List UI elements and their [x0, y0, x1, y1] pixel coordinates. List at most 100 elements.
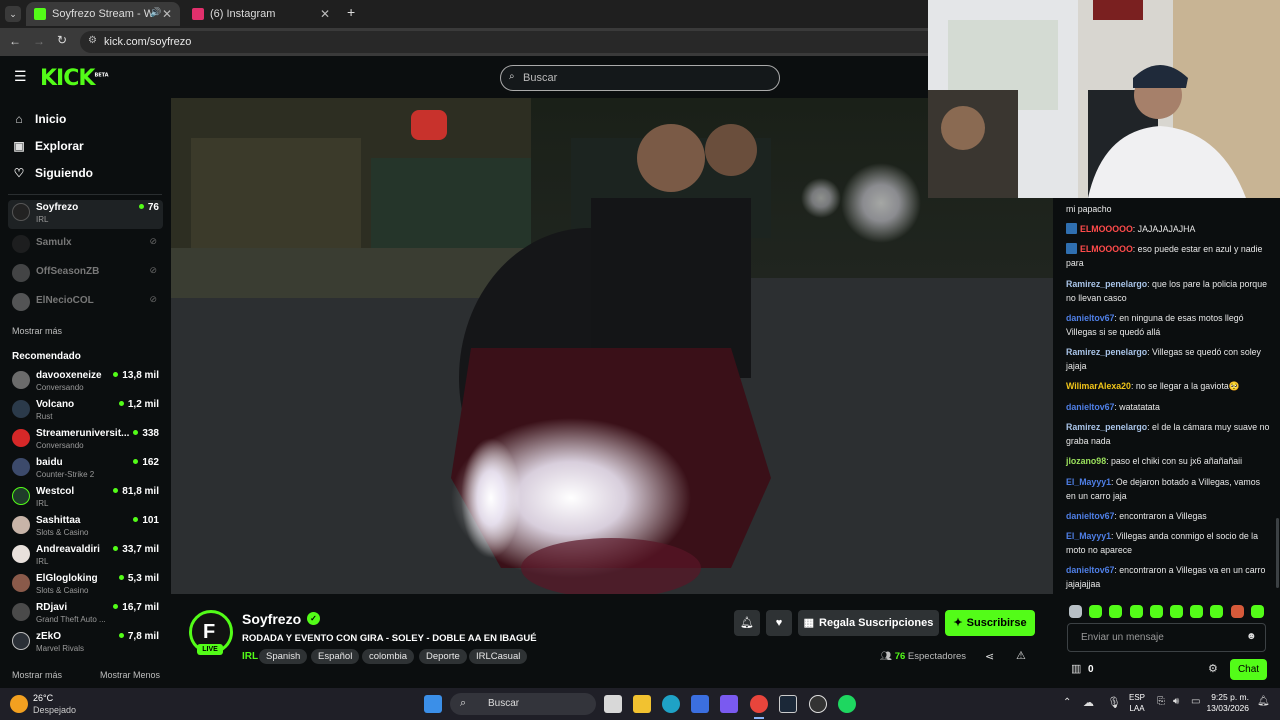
edge-icon[interactable]	[662, 695, 680, 713]
tab-instagram[interactable]: (6) Instagram ✕	[184, 2, 338, 26]
following-channel-soyfrezo[interactable]: Soyfrezo IRL 76	[8, 200, 163, 229]
steam-icon[interactable]	[779, 695, 797, 713]
copilot-icon[interactable]	[720, 695, 738, 713]
follow-button[interactable]: ♥	[766, 610, 792, 636]
spotify-icon[interactable]	[838, 695, 856, 713]
chat-username[interactable]: jlozano98	[1066, 456, 1106, 466]
chat-username[interactable]: Ramirez_penelargo	[1066, 279, 1147, 289]
emote-icon[interactable]	[1150, 605, 1163, 618]
chat-send-button[interactable]: Chat	[1230, 659, 1267, 680]
recommended-channel[interactable]: Westcol IRL 81,8 mil	[8, 484, 163, 513]
following-channel-samulx[interactable]: Samulx ⊘	[8, 229, 163, 258]
chat-username[interactable]: danieltov67	[1066, 565, 1114, 575]
emote-icon[interactable]	[1210, 605, 1223, 618]
forward-arrow-icon[interactable]: →	[33, 34, 45, 48]
emote-icon[interactable]	[1109, 605, 1122, 618]
notification-icon[interactable]: 🔔︎	[1257, 696, 1270, 707]
recommended-channel[interactable]: RDjavi Grand Theft Auto ... 16,7 mil	[8, 600, 163, 629]
recommended-channel[interactable]: Sashittaa Slots & Casino 101	[8, 513, 163, 542]
weather-icon[interactable]	[10, 695, 28, 713]
tag-irlcasual[interactable]: IRLCasual	[469, 649, 528, 664]
nav-siguiendo[interactable]: ♡ Siguiendo	[12, 166, 93, 180]
nav-explorar[interactable]: ▣ Explorar	[12, 139, 83, 153]
subscribe-label: Suscribirse	[966, 617, 1027, 629]
following-channel-offseasonzb[interactable]: OffSeasonZB ⊘	[8, 258, 163, 287]
points-icon[interactable]: ▥	[1071, 662, 1081, 675]
chat-username[interactable]: Ramirez_penelargo	[1066, 347, 1147, 357]
kick-logo[interactable]: KICKBETA	[40, 66, 109, 91]
recommended-channel[interactable]: Andreavaldiri IRL 33,7 mil	[8, 542, 163, 571]
emote-icon[interactable]	[1170, 605, 1183, 618]
emote-icon[interactable]	[1089, 605, 1102, 618]
tag-spanish[interactable]: Spanish	[259, 649, 308, 664]
gift-subscriptions-button[interactable]: ▦ Regala Suscripciones	[798, 610, 939, 636]
chat-username[interactable]: ELMOOOOO	[1080, 224, 1133, 234]
chat-username[interactable]: Ramirez_penelargo	[1066, 422, 1147, 432]
tag-colombia[interactable]: colombia	[362, 649, 415, 664]
store-icon[interactable]	[691, 695, 709, 713]
show-less-recommended[interactable]: Mostrar Menos	[100, 670, 160, 680]
close-tab-icon[interactable]: ✕	[320, 7, 330, 21]
search-input[interactable]: ⌕ Buscar	[500, 65, 780, 91]
clock[interactable]: 9:25 p. m. 13/03/2026	[1205, 692, 1249, 714]
share-icon[interactable]: ⋖	[985, 650, 994, 663]
stream-category[interactable]: IRL	[242, 651, 258, 662]
emoji-icon[interactable]: ☻	[1246, 631, 1257, 642]
show-more-recommended[interactable]: Mostrar más	[12, 670, 62, 680]
windows-start-icon[interactable]	[424, 695, 442, 713]
chat-username[interactable]: danieltov67	[1066, 313, 1114, 323]
obs-icon[interactable]	[809, 695, 827, 713]
microphone-icon[interactable]: 🎙︎	[1107, 696, 1121, 709]
tag-deporte[interactable]: Deporte	[419, 649, 467, 664]
chat-username[interactable]: El_Mayyy1	[1066, 531, 1111, 541]
battery-icon[interactable]: ▭	[1191, 696, 1200, 707]
tab-list-button[interactable]: ⌄	[5, 6, 21, 22]
video-player[interactable]	[171, 98, 1053, 594]
tray-chevron-icon[interactable]: ⌃	[1063, 697, 1071, 708]
back-arrow-icon[interactable]: ←	[9, 34, 21, 48]
emote-icon[interactable]	[1251, 605, 1264, 618]
chat-scrollbar[interactable]	[1276, 518, 1279, 588]
taskbar-search[interactable]: ⌕ Buscar	[450, 693, 596, 715]
recommended-channel[interactable]: davooxeneize Conversando 13,8 mil	[8, 368, 163, 397]
chat-username[interactable]: El_Mayyy1	[1066, 477, 1111, 487]
nav-inicio[interactable]: ⌂ Inicio	[12, 112, 66, 126]
menu-icon[interactable]: ☰	[14, 68, 27, 85]
chat-username[interactable]: danieltov67	[1066, 402, 1114, 412]
volume-icon[interactable]: 🔊︎	[1173, 696, 1179, 707]
show-more-following[interactable]: Mostrar más	[12, 326, 62, 336]
recommended-channel[interactable]: baidu Counter-Strike 2 162	[8, 455, 163, 484]
emote-icon[interactable]	[1231, 605, 1244, 618]
speaker-icon[interactable]: 🔊	[150, 7, 161, 18]
subscribe-button[interactable]: ✦ Suscribirse	[945, 610, 1035, 636]
file-explorer-icon[interactable]	[633, 695, 651, 713]
language-indicator[interactable]: ESP LAA	[1127, 692, 1147, 714]
channel-name: ElNecioCOL	[36, 295, 94, 306]
recommended-channel[interactable]: zEkO Marvel Rivals 7,8 mil	[8, 629, 163, 658]
chat-username[interactable]: WilimarAlexa20	[1066, 381, 1131, 391]
emote-icon[interactable]	[1130, 605, 1143, 618]
new-tab-button[interactable]: +	[347, 4, 355, 20]
chrome-icon[interactable]	[750, 695, 768, 713]
emote-icon[interactable]	[1069, 605, 1082, 618]
recommended-channel[interactable]: ElGlogloking Slots & Casino 5,3 mil	[8, 571, 163, 600]
recommended-channel[interactable]: Volcano Rust 1,2 mil	[8, 397, 163, 426]
close-tab-icon[interactable]: ✕	[162, 7, 172, 21]
chat-message-input[interactable]: Enviar un mensaje ☻	[1067, 623, 1266, 652]
chat-username[interactable]: danieltov67	[1066, 511, 1114, 521]
notification-bell-button[interactable]: 🔔︎	[734, 610, 760, 636]
site-info-icon[interactable]: ⚙	[88, 35, 97, 46]
emote-icon[interactable]	[1190, 605, 1203, 618]
tag-espanol[interactable]: Español	[311, 649, 360, 664]
onedrive-icon[interactable]: ☁	[1083, 696, 1094, 709]
chat-settings-icon[interactable]: ⚙	[1208, 662, 1218, 675]
recommended-channel[interactable]: Streameruniversit... Conversando 338	[8, 426, 163, 455]
following-channel-elneciocol[interactable]: ElNecioCOL ⊘	[8, 287, 163, 316]
ethernet-icon[interactable]: ⎘	[1157, 696, 1165, 707]
report-icon[interactable]: ⚠	[1016, 649, 1026, 662]
task-view-icon[interactable]	[604, 695, 622, 713]
tab-kick[interactable]: Soyfrezo Stream - Watch Li 🔊 ✕	[26, 2, 180, 26]
streamer-name[interactable]: Soyfrezo	[242, 611, 301, 627]
reload-icon[interactable]: ↻	[57, 33, 67, 47]
chat-username[interactable]: ELMOOOOO	[1080, 244, 1133, 254]
